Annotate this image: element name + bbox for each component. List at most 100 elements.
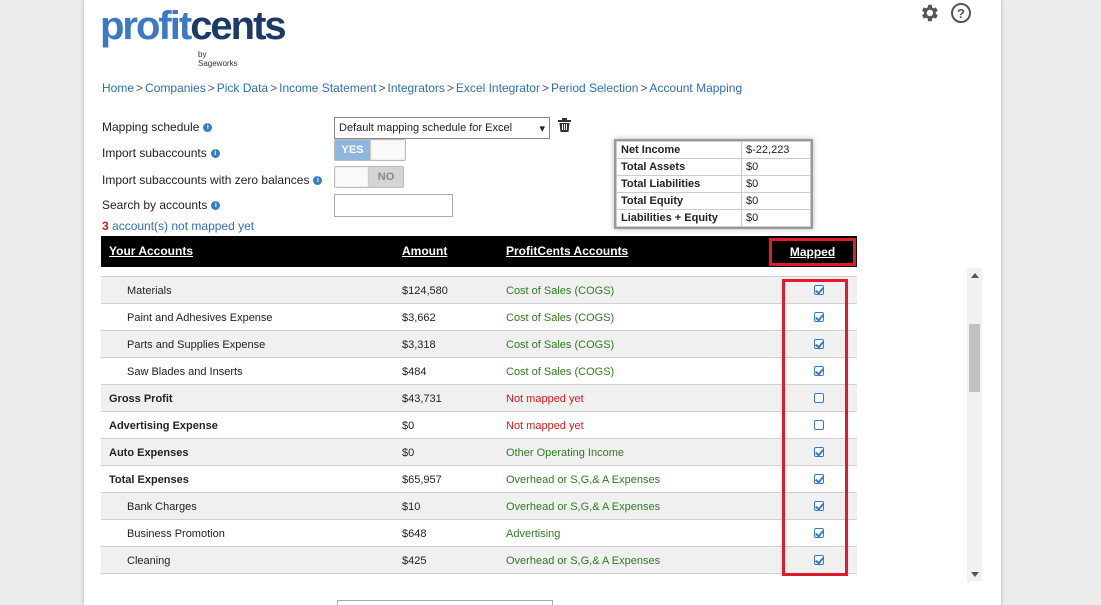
mapped-checkbox[interactable] [814, 447, 824, 457]
breadcrumb-link[interactable]: Companies [145, 81, 206, 95]
mapped-checkbox[interactable] [814, 555, 824, 565]
account-name: Paint and Adhesives Expense [127, 312, 273, 324]
profitcents-account-link[interactable]: Cost of Sales (COGS) [506, 312, 614, 324]
breadcrumb-link[interactable]: Integrators [388, 81, 445, 95]
scroll-up-icon[interactable] [971, 273, 979, 278]
mapped-checkbox[interactable] [814, 393, 824, 403]
info-icon[interactable]: i [210, 148, 220, 158]
summary-row: Total Equity $0 [616, 192, 811, 210]
profitcents-account-link[interactable]: Overhead or S,G,& A Expenses [506, 501, 660, 513]
mapped-checkbox[interactable] [814, 501, 824, 511]
summary-row: Total Assets $0 [616, 158, 811, 176]
toggle-yes: YES [335, 140, 370, 160]
account-name: Saw Blades and Inserts [127, 366, 243, 378]
account-name: Cleaning [127, 555, 171, 567]
profitcents-account-link[interactable]: Cost of Sales (COGS) [506, 366, 614, 378]
summary-label: Net Income [616, 141, 742, 159]
mapped-checkbox[interactable] [814, 420, 824, 430]
breadcrumb-link[interactable]: Income Statement [279, 81, 376, 95]
mapped-cell [814, 528, 824, 538]
profitcents-account-link[interactable]: Advertising [506, 528, 560, 540]
summary-label: Liabilities + Equity [616, 209, 742, 227]
breadcrumb-link[interactable]: Excel Integrator [456, 81, 540, 95]
mapped-checkbox[interactable] [814, 474, 824, 484]
table-row: Cleaning $425 Overhead or S,G,& A Expenses [101, 547, 857, 574]
not-mapped-count: 3 [102, 219, 109, 233]
profitcents-account-link[interactable]: Other Operating Income [506, 447, 624, 459]
logo-part2: cents [190, 4, 286, 48]
header-your-accounts[interactable]: Your Accounts [109, 244, 193, 258]
header-profitcents-accounts[interactable]: ProfitCents Accounts [506, 244, 628, 258]
mapping-schedule-select[interactable]: Default mapping schedule for Excel ▾ [334, 117, 550, 139]
gear-icon[interactable] [918, 2, 940, 24]
breadcrumb-separator: > [136, 81, 144, 95]
account-amount: $0 [402, 447, 415, 459]
account-amount: $0 [402, 420, 415, 432]
not-mapped-link[interactable]: 3 account(s) not mapped yet [102, 219, 254, 233]
summary-row: Liabilities + Equity $0 [616, 209, 811, 227]
import-subaccounts-toggle[interactable]: YES [334, 139, 406, 161]
info-icon[interactable]: i [211, 200, 221, 210]
import-zero-toggle[interactable]: NO [334, 166, 404, 188]
account-name: Materials [127, 285, 172, 297]
header-mapped[interactable]: Mapped [790, 245, 835, 259]
mapped-cell [814, 474, 824, 484]
import-subaccounts-row: Import subaccounts i [102, 146, 220, 160]
table-row: Materials $124,580 Cost of Sales (COGS) [101, 277, 857, 304]
summary-value: $-22,223 [741, 141, 811, 159]
breadcrumb-separator: > [541, 81, 549, 95]
profitcents-logo[interactable]: profitcents by Sageworks [100, 4, 287, 68]
mapping-schedule-row: Mapping schedule i [102, 120, 213, 134]
summary-label: Total Liabilities [616, 175, 742, 193]
profitcents-account-link[interactable]: Not mapped yet [506, 393, 584, 405]
mapped-cell [814, 501, 824, 511]
account-name: Advertising Expense [109, 420, 218, 432]
help-icon[interactable]: ? [950, 2, 972, 24]
breadcrumb-separator: > [446, 81, 454, 95]
account-amount: $3,662 [402, 312, 436, 324]
trash-icon[interactable] [558, 118, 572, 134]
breadcrumb-link[interactable]: Account Mapping [649, 81, 742, 95]
grid-scrollbar[interactable] [967, 268, 982, 581]
table-row: Business Promotion $648 Advertising [101, 520, 857, 547]
toggle-no: NO [369, 167, 403, 187]
table-row-partial [101, 267, 857, 277]
account-amount: $3,318 [402, 339, 436, 351]
summary-row: Total Liabilities $0 [616, 175, 811, 193]
logo-subtitle: by Sageworks [198, 50, 238, 68]
toggle-knob [369, 140, 405, 160]
account-name: Auto Expenses [109, 447, 189, 459]
account-name: Parts and Supplies Expense [127, 339, 266, 351]
table-row: Gross Profit $43,731 Not mapped yet [101, 385, 857, 412]
mapped-checkbox[interactable] [814, 528, 824, 538]
header-amount[interactable]: Amount [402, 244, 447, 258]
info-icon[interactable]: i [203, 122, 213, 132]
mapping-schedule-value: Default mapping schedule for Excel [339, 122, 513, 134]
profitcents-account-link[interactable]: Overhead or S,G,& A Expenses [506, 555, 660, 567]
breadcrumb-link[interactable]: Pick Data [217, 81, 268, 95]
breadcrumb-link[interactable]: Home [102, 81, 134, 95]
info-icon[interactable]: i [313, 175, 323, 185]
profitcents-account-link[interactable]: Overhead or S,G,& A Expenses [506, 474, 660, 486]
search-input[interactable] [334, 194, 453, 217]
scroll-down-icon[interactable] [971, 572, 979, 577]
summary-value: $0 [741, 158, 811, 176]
mapped-checkbox[interactable] [814, 312, 824, 322]
profitcents-account-link[interactable]: Cost of Sales (COGS) [506, 285, 614, 297]
profitcents-account-link[interactable]: Not mapped yet [506, 420, 584, 432]
account-name: Business Promotion [127, 528, 225, 540]
header-mapped-highlight: Mapped [769, 238, 856, 266]
search-row: Search by accounts i [102, 198, 221, 212]
bottom-select[interactable] [337, 600, 553, 605]
account-amount: $425 [402, 555, 427, 567]
mapped-checkbox[interactable] [814, 339, 824, 349]
table-row: Bank Charges $10 Overhead or S,G,& A Expen… [101, 493, 857, 520]
account-amount: $124,580 [402, 285, 448, 297]
scroll-thumb[interactable] [969, 324, 980, 392]
mapped-checkbox[interactable] [814, 285, 824, 295]
mapped-checkbox[interactable] [814, 366, 824, 376]
mapped-cell [814, 366, 824, 376]
import-zero-row: Import subaccounts with zero balances i [102, 173, 323, 187]
breadcrumb-link[interactable]: Period Selection [551, 81, 638, 95]
profitcents-account-link[interactable]: Cost of Sales (COGS) [506, 339, 614, 351]
